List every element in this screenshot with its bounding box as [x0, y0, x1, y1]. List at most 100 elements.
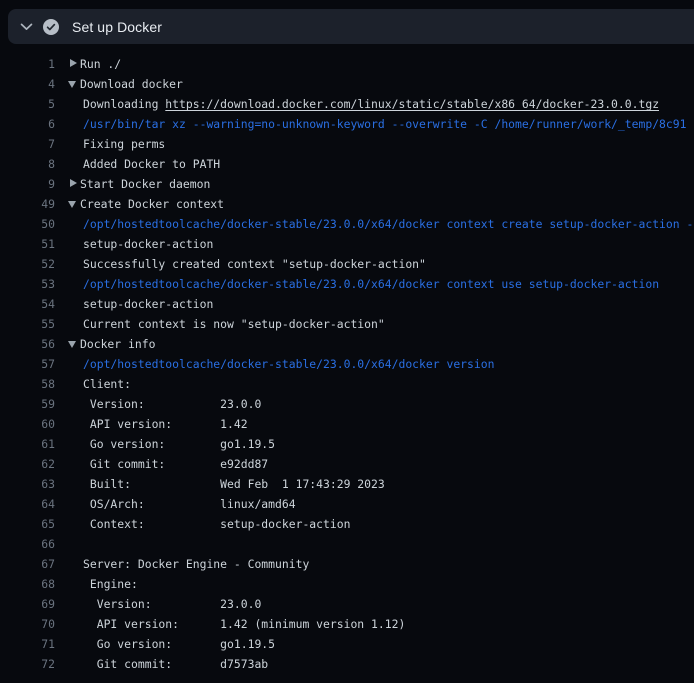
log-line: 69 Version: 23.0.0 — [0, 594, 694, 614]
log-line: 63 Built: Wed Feb 1 17:43:29 2023 — [0, 474, 694, 494]
output-text: Go version: go1.19.5 — [83, 437, 275, 451]
group-title: Download docker — [80, 74, 183, 94]
output-text: Version: 23.0.0 — [83, 597, 261, 611]
line-number[interactable]: 56 — [0, 334, 55, 354]
output-text: Successfully created context "setup-dock… — [83, 257, 426, 271]
log-text: setup-docker-action — [83, 234, 213, 254]
log-text: Version: 23.0.0 — [83, 594, 261, 614]
output-text: Downloading — [83, 97, 165, 111]
log-text: setup-docker-action — [83, 294, 213, 314]
log-line: 5 Downloading https://download.docker.com… — [0, 94, 694, 114]
line-number[interactable]: 70 — [0, 614, 55, 634]
log-text: API version: 1.42 (minimum version 1.12) — [83, 614, 405, 634]
line-number[interactable]: 68 — [0, 574, 55, 594]
line-number[interactable]: 9 — [0, 174, 55, 194]
log-group-line[interactable]: 1Run ./ — [0, 54, 694, 74]
line-number[interactable]: 64 — [0, 494, 55, 514]
output-text: OS/Arch: linux/amd64 — [83, 497, 296, 511]
line-number[interactable]: 58 — [0, 374, 55, 394]
command-text: /opt/hostedtoolcache/docker-stable/23.0.… — [83, 357, 494, 371]
log-line: 60 API version: 1.42 — [0, 414, 694, 434]
output-text: Server: Docker Engine - Community — [83, 557, 309, 571]
line-number[interactable]: 54 — [0, 294, 55, 314]
line-number[interactable]: 55 — [0, 314, 55, 334]
log-line: 65 Context: setup-docker-action — [0, 514, 694, 534]
output-text: API version: 1.42 (minimum version 1.12) — [83, 617, 405, 631]
line-number[interactable]: 66 — [0, 534, 55, 554]
log-text: Git commit: e92dd87 — [83, 454, 268, 474]
log-line: 62 Git commit: e92dd87 — [0, 454, 694, 474]
triangle-down-icon — [68, 334, 80, 354]
line-number[interactable]: 5 — [0, 94, 55, 114]
log-group-line[interactable]: 49Create Docker context — [0, 194, 694, 214]
output-text: setup-docker-action — [83, 297, 213, 311]
line-number[interactable]: 69 — [0, 594, 55, 614]
line-number[interactable]: 51 — [0, 234, 55, 254]
triangle-down-icon — [68, 194, 80, 214]
line-number[interactable]: 8 — [0, 154, 55, 174]
output-text: Built: Wed Feb 1 17:43:29 2023 — [83, 477, 385, 491]
line-number[interactable]: 71 — [0, 634, 55, 654]
log-line: 61 Go version: go1.19.5 — [0, 434, 694, 454]
line-number[interactable]: 67 — [0, 554, 55, 574]
log-group-line[interactable]: 4 Download docker — [0, 74, 694, 94]
log-line: 64 OS/Arch: linux/amd64 — [0, 494, 694, 514]
line-number[interactable]: 7 — [0, 134, 55, 154]
log-line: 6/usr/bin/tar xz --warning=no-unknown-ke… — [0, 114, 694, 134]
log-line: 54 setup-docker-action — [0, 294, 694, 314]
step-header[interactable]: Set up Docker — [8, 9, 694, 44]
output-text: setup-docker-action — [83, 237, 213, 251]
log-line: 68 Engine: — [0, 574, 694, 594]
log-line: 50/opt/hostedtoolcache/docker-stable/23.… — [0, 214, 694, 234]
line-number[interactable]: 52 — [0, 254, 55, 274]
log-text: Added Docker to PATH — [83, 154, 220, 174]
line-number[interactable]: 1 — [0, 54, 55, 74]
output-text: Engine: — [83, 577, 138, 591]
line-number[interactable]: 59 — [0, 394, 55, 414]
log-text: /usr/bin/tar xz --warning=no-unknown-key… — [83, 114, 686, 134]
log-link[interactable]: https://download.docker.com/linux/static… — [165, 97, 659, 111]
group-title: Start Docker daemon — [80, 174, 210, 194]
log-text: Built: Wed Feb 1 17:43:29 2023 — [83, 474, 385, 494]
log-group-line[interactable]: 56Docker info — [0, 334, 694, 354]
triangle-down-icon — [68, 74, 80, 94]
command-text: /opt/hostedtoolcache/docker-stable/23.0.… — [83, 217, 694, 231]
line-number[interactable]: 60 — [0, 414, 55, 434]
log-text: Go version: go1.19.5 — [83, 634, 275, 654]
output-text: Git commit: d7573ab — [83, 657, 268, 671]
log-text: Go version: go1.19.5 — [83, 434, 275, 454]
line-number[interactable]: 61 — [0, 434, 55, 454]
log-line: 72 Git commit: d7573ab — [0, 654, 694, 674]
log-line: 52 Successfully created context "setup-do… — [0, 254, 694, 274]
log-line: 51 setup-docker-action — [0, 234, 694, 254]
log-text: Context: setup-docker-action — [83, 514, 350, 534]
line-number[interactable]: 62 — [0, 454, 55, 474]
line-number[interactable]: 72 — [0, 654, 55, 674]
log-text: /opt/hostedtoolcache/docker-stable/23.0.… — [83, 214, 694, 234]
log-line: 55 Current context is now "setup-docker-a… — [0, 314, 694, 334]
step-title: Set up Docker — [72, 19, 162, 35]
triangle-right-icon — [68, 54, 80, 74]
log-text: Downloading https://download.docker.com/… — [83, 94, 659, 114]
line-number[interactable]: 6 — [0, 114, 55, 134]
line-number[interactable]: 63 — [0, 474, 55, 494]
log-text: /opt/hostedtoolcache/docker-stable/23.0.… — [83, 274, 659, 294]
check-circle-icon — [43, 19, 59, 35]
chevron-down-icon[interactable] — [18, 19, 34, 35]
log-group-line[interactable]: 9 Start Docker daemon — [0, 174, 694, 194]
log-line: 66 — [0, 534, 694, 554]
line-number[interactable]: 4 — [0, 74, 55, 94]
line-number[interactable]: 57 — [0, 354, 55, 374]
log-line: 71 Go version: go1.19.5 — [0, 634, 694, 654]
line-number[interactable]: 50 — [0, 214, 55, 234]
log-text: Version: 23.0.0 — [83, 394, 261, 414]
line-number[interactable]: 49 — [0, 194, 55, 214]
output-text: Git commit: e92dd87 — [83, 457, 268, 471]
line-number[interactable]: 65 — [0, 514, 55, 534]
log-line: 7 Fixing perms — [0, 134, 694, 154]
log-text: Git commit: d7573ab — [83, 654, 268, 674]
log-text: Current context is now "setup-docker-act… — [83, 314, 385, 334]
output-text: Fixing perms — [83, 137, 165, 151]
line-number[interactable]: 53 — [0, 274, 55, 294]
log-line: 59 Version: 23.0.0 — [0, 394, 694, 414]
